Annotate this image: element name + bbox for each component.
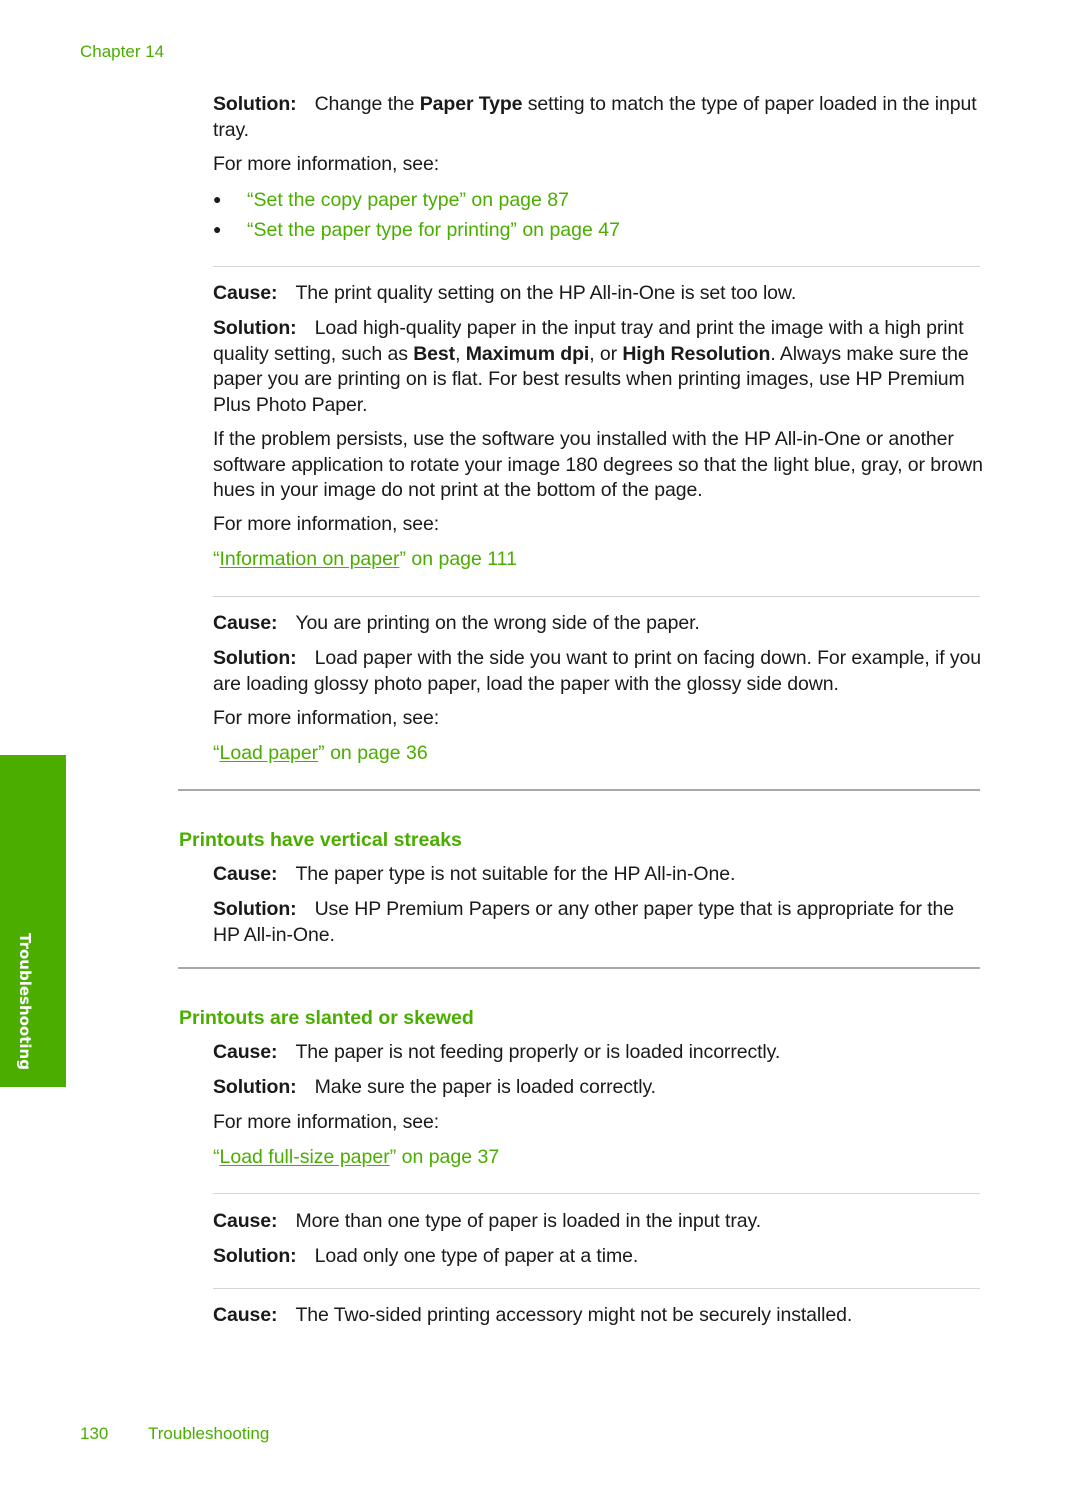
ui-term-best: Best: [413, 342, 456, 365]
solution-label: Solution:: [213, 1245, 297, 1267]
cause-text: The Two-sided printing accessory might n…: [295, 1304, 853, 1326]
cause-paragraph: Cause: The Two-sided printing accessory m…: [213, 1303, 983, 1329]
side-tab: Troubleshooting: [0, 755, 66, 1087]
cause-paragraph: Cause: The paper type is not suitable for…: [213, 862, 983, 888]
more-info-text: For more information, see:: [213, 707, 440, 729]
footer-section-title: Troubleshooting: [148, 1424, 270, 1443]
section-divider: [178, 967, 980, 969]
solution-label: Solution:: [213, 93, 297, 115]
solution-label: Solution:: [213, 647, 297, 669]
solution-text: Load paper with the side you want to pri…: [213, 647, 982, 695]
section-heading-vertical-streaks: Printouts have vertical streaks: [179, 829, 462, 851]
solution-paragraph: Solution: Load high-quality paper in the …: [213, 316, 983, 418]
solution-text: Make sure the paper is loaded correctly.: [314, 1076, 657, 1098]
solution-paragraph: Solution: Load paper with the side you wa…: [213, 646, 983, 697]
link-set-paper-type-printing[interactable]: Set the paper type for printing: [254, 219, 511, 241]
section-heading-slanted-skewed: Printouts are slanted or skewed: [179, 1007, 474, 1029]
page-ref: ” on page 87: [459, 189, 569, 211]
cause-label: Cause:: [213, 863, 278, 885]
page-ref: ” on page 47: [510, 219, 620, 241]
cause-text: The print quality setting on the HP All-…: [295, 282, 797, 304]
link-load-paper[interactable]: Load paper: [220, 742, 319, 764]
cause-label: Cause:: [213, 282, 278, 304]
page-ref: ” on page 36: [318, 742, 428, 764]
cause-label: Cause:: [213, 1041, 278, 1063]
solution-paragraph: Solution: Load only one type of paper at …: [213, 1244, 983, 1270]
cause-paragraph: Cause: The print quality setting on the H…: [213, 281, 983, 307]
link-information-on-paper[interactable]: Information on paper: [220, 548, 400, 570]
bullet-icon: ●: [213, 221, 222, 237]
solution-paragraph: Solution: Make sure the paper is loaded c…: [213, 1075, 983, 1101]
more-info-text: For more information, see:: [213, 153, 440, 175]
cause-paragraph: Cause: More than one type of paper is loa…: [213, 1209, 983, 1235]
solution-paragraph: Solution: Change the Paper Type setting t…: [213, 92, 983, 143]
cause-paragraph: Cause: The paper is not feeding properly …: [213, 1040, 983, 1066]
cause-paragraph: Cause: You are printing on the wrong side…: [213, 611, 983, 637]
link-line: “Load full-size paper” on page 37: [213, 1145, 499, 1170]
link-line: “Information on paper” on page 111: [213, 547, 517, 572]
solution-text: Load only one type of paper at a time.: [314, 1245, 639, 1267]
ui-term-maximum-dpi: Maximum dpi: [465, 342, 590, 365]
solution-text: , or: [589, 342, 623, 365]
more-info-text: For more information, see:: [213, 513, 440, 535]
link-set-copy-paper-type[interactable]: Set the copy paper type: [254, 189, 460, 211]
cause-label: Cause:: [213, 612, 278, 634]
divider: [213, 1193, 980, 1194]
page-number: 130: [80, 1424, 109, 1443]
extra-paragraph: If the problem persists, use the softwar…: [213, 428, 983, 501]
more-info-text: For more information, see:: [213, 1111, 440, 1133]
divider: [213, 266, 980, 267]
section-divider: [178, 789, 980, 791]
cause-text: You are printing on the wrong side of th…: [295, 612, 700, 634]
ui-term-high-resolution: High Resolution: [622, 342, 771, 365]
divider: [213, 1288, 980, 1289]
page-ref: ” on page 111: [399, 548, 517, 570]
cause-label: Cause:: [213, 1304, 278, 1326]
cause-text: The paper is not feeding properly or is …: [295, 1041, 781, 1063]
cause-label: Cause:: [213, 1210, 278, 1232]
cause-text: More than one type of paper is loaded in…: [295, 1210, 762, 1232]
side-tab-label: Troubleshooting: [16, 933, 34, 1070]
link-load-full-size-paper[interactable]: Load full-size paper: [220, 1146, 390, 1168]
solution-label: Solution:: [213, 317, 297, 339]
divider: [213, 596, 980, 597]
solution-label: Solution:: [213, 898, 297, 920]
solution-text: Change the: [314, 93, 420, 115]
page-ref: ” on page 37: [389, 1146, 500, 1168]
chapter-header: Chapter 14: [80, 42, 165, 61]
solution-paragraph: Solution: Use HP Premium Papers or any ot…: [213, 897, 983, 948]
link-line: “Load paper” on page 36: [213, 741, 428, 766]
solution-label: Solution:: [213, 1076, 297, 1098]
link-list-item: ● “Set the paper type for printing” on pa…: [213, 217, 620, 243]
link-list-item: ● “Set the copy paper type” on page 87: [213, 187, 569, 213]
bullet-icon: ●: [213, 191, 222, 207]
ui-term-paper-type: Paper Type: [419, 93, 523, 115]
cause-text: The paper type is not suitable for the H…: [295, 863, 736, 885]
solution-text: ,: [455, 342, 466, 365]
solution-text: Use HP Premium Papers or any other paper…: [213, 898, 954, 946]
